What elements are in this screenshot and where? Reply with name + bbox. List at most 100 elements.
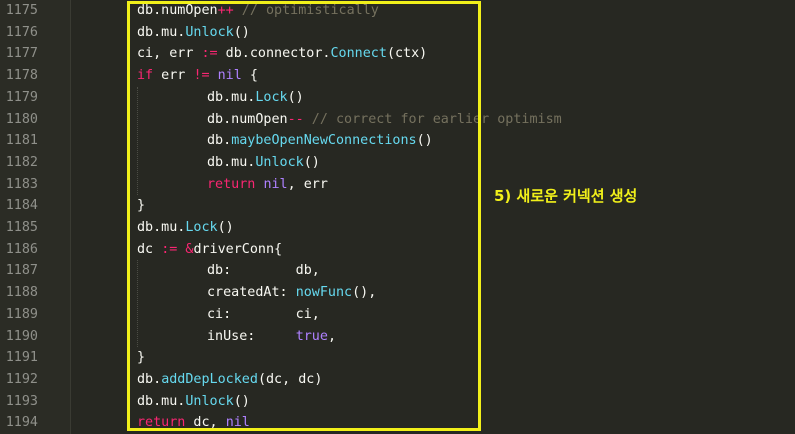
code-text[interactable]: ci, err := db.connector.Connect(ctx) [137,43,427,65]
code-token: db.connector. [217,46,331,62]
line-number: 1177 [5,46,38,62]
line-number: 1189 [5,306,38,322]
code-line[interactable]: 1187 db: db, [0,260,795,282]
code-token: { [241,68,258,84]
code-text[interactable]: } [137,347,145,369]
code-token: db.mu. [137,220,186,235]
code-text[interactable]: db.mu.Lock() [207,87,304,109]
code-text[interactable]: db.maybeOpenNewConnections() [207,130,433,152]
indent-guide [137,260,138,348]
code-token: inUse: [207,328,296,344]
code-token: dc, [185,415,226,431]
code-text[interactable]: db.numOpen++ // optimistically [137,0,379,22]
code-token: := [201,46,218,62]
code-text[interactable]: db.mu.Unlock() [207,152,320,174]
code-text[interactable]: return dc, nil [137,412,250,434]
line-number: 1175 [5,3,38,18]
code-text[interactable]: db.numOpen-- // correct for earlier opti… [207,109,562,131]
code-token: db.mu. [207,89,256,105]
code-text[interactable]: if err != nil { [137,65,258,87]
code-text[interactable]: ci: ci, [207,304,320,326]
code-token: Connect [330,46,387,62]
code-line[interactable]: 1193 db.mu.Unlock() [0,391,795,413]
code-line[interactable]: 1189 ci: ci, [0,304,795,326]
code-token: nil [225,415,250,431]
line-number: 1179 [5,89,38,105]
line-number: 1187 [5,263,38,279]
code-line[interactable]: 1186 dc := &driverConn{ [0,239,795,261]
code-line[interactable]: 1188 createdAt: nowFunc(), [0,282,795,304]
code-token: , err [287,176,328,192]
code-token: (dc, dc) [257,371,323,387]
code-token: ci: ci, [207,306,320,322]
line-number: 1193 [5,393,38,409]
code-token: nil [263,176,288,192]
code-text[interactable]: db.mu.Unlock() [137,391,250,413]
line-number: 1176 [5,24,38,40]
code-token: createdAt: [207,285,296,301]
code-editor[interactable]: 1175 db.numOpen++ // optimistically 1176 db… [0,0,795,434]
code-token: db.numOpen [207,111,288,127]
line-number: 1185 [5,220,38,235]
code-token: db. [207,133,232,149]
code-text[interactable]: } [137,195,145,217]
line-number: 1192 [5,371,38,387]
code-line[interactable]: 1183 return nil, err [0,174,795,196]
code-line[interactable]: 1181 db.maybeOpenNewConnections() [0,130,795,152]
code-token: nil [217,68,242,84]
code-token: (), [352,285,377,301]
code-text[interactable]: db.mu.Unlock() [137,22,250,44]
code-line[interactable]: 1191} [0,347,795,369]
code-token: , [327,328,336,344]
code-token: db.mu. [137,24,186,40]
code-text[interactable]: inUse: true, [207,326,336,348]
code-line[interactable]: 1185 db.mu.Lock() [0,217,795,239]
code-token: maybeOpenNewConnections [231,133,417,149]
code-line[interactable]: 1182 db.mu.Unlock() [0,152,795,174]
line-number: 1180 [5,111,38,127]
code-text[interactable]: createdAt: nowFunc(), [207,282,376,304]
code-line[interactable]: 1180 db.numOpen-- // correct for earlier … [0,109,795,131]
code-token: db.numOpen [137,3,218,18]
code-token: () [217,220,234,235]
code-token: } [137,350,146,366]
code-token: db.mu. [207,154,256,170]
line-number: 1181 [5,133,38,149]
line-number: 1188 [5,285,38,301]
code-token: () [416,133,433,149]
code-text[interactable]: db.mu.Lock() [137,217,234,239]
code-line[interactable]: 1178 if err != nil { [0,65,795,87]
code-token: db. [137,371,162,387]
line-number: 1190 [5,328,38,344]
code-token: true [295,328,328,344]
code-token: := [161,241,178,257]
code-line[interactable]: 1179 db.mu.Lock() [0,87,795,109]
code-token: // correct for earlier optimism [303,111,562,127]
line-number: 1194 [5,415,38,431]
code-token: return [137,415,186,431]
code-token: Unlock [255,154,304,170]
code-line[interactable]: 1176 db.mu.Unlock() [0,22,795,44]
code-line[interactable]: 1192 db.addDepLocked(dc, dc) [0,369,795,391]
line-number: 1183 [5,176,38,192]
code-token: err [153,68,194,84]
code-line[interactable]: 1190 inUse: true, [0,326,795,348]
code-token: () [233,393,250,409]
code-token: } [137,198,146,214]
code-token: () [233,24,250,40]
line-number: 1182 [5,154,38,170]
code-token: (ctx) [386,46,428,62]
code-text[interactable]: db: db, [207,260,320,282]
code-token: -- [287,111,304,127]
code-token: Lock [185,220,218,235]
code-line[interactable]: 1175 db.numOpen++ // optimistically [0,0,795,22]
code-token: != [193,68,210,84]
code-token: nowFunc [295,285,353,301]
code-text[interactable]: db.addDepLocked(dc, dc) [137,369,322,391]
code-line[interactable]: 1194 return dc, nil [0,412,795,434]
code-line[interactable]: 1184} [0,195,795,217]
code-text[interactable]: return nil, err [207,174,328,196]
code-text[interactable]: dc := &driverConn{ [137,239,282,261]
code-line[interactable]: 1177 ci, err := db.connector.Connect(ctx) [0,43,795,65]
